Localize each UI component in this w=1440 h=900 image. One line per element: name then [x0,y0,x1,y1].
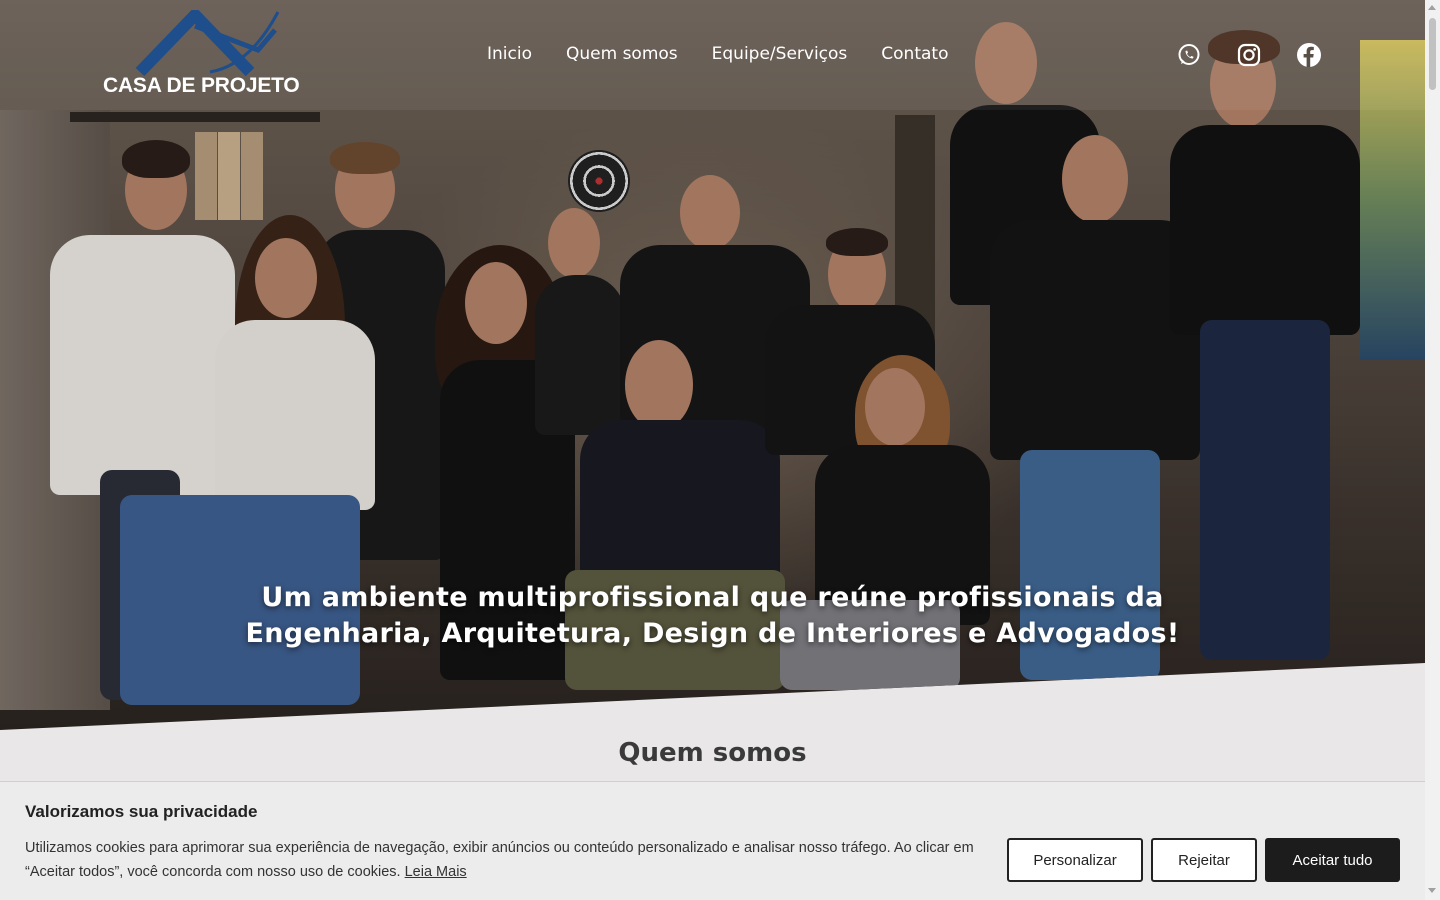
hero-caption-line-1: Um ambiente multiprofissional que reúne … [261,582,1164,613]
scroll-down-arrow-icon[interactable] [1428,888,1436,893]
hero-caption: Um ambiente multiprofissional que reúne … [0,580,1425,652]
whatsapp-icon[interactable] [1176,42,1202,68]
cookie-text: Utilizamos cookies para aprimorar sua ex… [25,836,1000,884]
cookie-message: Utilizamos cookies para aprimorar sua ex… [25,840,974,880]
reject-button[interactable]: Rejeitar [1151,838,1257,882]
instagram-icon[interactable] [1236,42,1262,68]
site-logo[interactable]: CASA DE PROJETO [100,6,300,102]
site-header: CASA DE PROJETO Inicio Quem somos Equipe… [0,0,1425,110]
section-title-quem-somos: Quem somos [618,738,807,768]
nav-contato[interactable]: Contato [881,44,948,64]
page-scrollbar[interactable] [1425,0,1440,900]
hero-section: CASA DE PROJETO Inicio Quem somos Equipe… [0,0,1425,730]
scroll-thumb[interactable] [1429,18,1436,90]
nav-equipe-servicos[interactable]: Equipe/Serviços [712,44,848,64]
main-nav: Inicio Quem somos Equipe/Serviços Contat… [487,44,948,64]
cookie-banner: Valorizamos sua privacidade Utilizamos c… [0,781,1425,900]
cookie-title: Valorizamos sua privacidade [25,802,258,821]
hero-caption-line-2: Engenharia, Arquitetura, Design de Inter… [245,618,1180,649]
nav-inicio[interactable]: Inicio [487,44,532,64]
logo-roof-icon [135,6,280,77]
nav-quem-somos[interactable]: Quem somos [566,44,678,64]
logo-text: CASA DE PROJETO [103,74,300,97]
facebook-icon[interactable] [1296,42,1322,68]
scroll-up-arrow-icon[interactable] [1428,5,1436,10]
customize-button[interactable]: Personalizar [1007,838,1143,882]
cookie-read-more-link[interactable]: Leia Mais [405,864,467,880]
accept-all-button[interactable]: Aceitar tudo [1265,838,1400,882]
